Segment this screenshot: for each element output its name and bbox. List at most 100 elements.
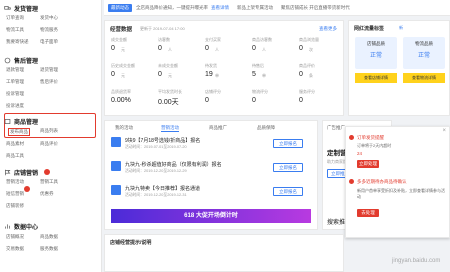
sidebar-item[interactable]: 投诉进度 (6, 103, 24, 109)
sidebar-section-title: 商品管理 (14, 120, 39, 126)
notice-title: 订单发货提醒 (357, 135, 384, 140)
metric-value: 19 (205, 71, 213, 78)
logistics-quality-box[interactable]: 物流品质 正常 (403, 37, 445, 69)
sidebar-item[interactable]: 电子面单 (40, 39, 58, 45)
sidebar-item[interactable]: 商品工具 (6, 153, 24, 159)
metric-value: 0 (205, 97, 209, 104)
ad-title: 广告推广 (327, 125, 345, 130)
register-button[interactable]: 立即报名 (273, 163, 303, 172)
metric-label: 服务评分 (299, 89, 315, 94)
shop-quality-label: 店铺品质 (367, 41, 385, 46)
sidebar-item[interactable]: 商品列表 (40, 128, 58, 134)
sidebar-item-publish[interactable]: 发布商品 (8, 128, 30, 136)
metric-label: 待售后 (252, 63, 264, 68)
sidebar-item[interactable]: 工单管理 (6, 79, 24, 85)
promo-banner[interactable]: 618 大促开场倒计时 (111, 209, 311, 223)
notice-text[interactable]: 全店商品降价通知，一键提升曝光率 (136, 5, 208, 11)
activity-card: 我的活动 营销活动 商品推广 品质保障 9块9【7月18号选钱/折商品】报名 活动… (104, 120, 318, 230)
notice-right[interactable]: 聚焦店铺成长 开启直播带货新时代 (281, 5, 350, 11)
notice-panel: × 订单发货提醒 订单将于2天内超时 24 立即处理 多多近期待办商品待确认 新… (345, 126, 450, 238)
metric-value: 0 (299, 71, 303, 78)
sidebar-item[interactable]: 我要寄快递 (6, 39, 29, 45)
sidebar-section-data[interactable]: 数据中心 (4, 222, 38, 231)
sidebar-section-title: 数据中心 (14, 225, 39, 231)
activity-title[interactable]: 九块九-秒杀超值好商品（仅限有利润）报名 (125, 161, 222, 168)
metric-label: 商品访客数 (252, 37, 272, 42)
logistics-quality-label: 物流品质 (415, 41, 433, 46)
sidebar-item[interactable]: 营销工具 (40, 179, 58, 185)
sidebar-item[interactable]: 商品数据 (40, 234, 58, 240)
sidebar-section-marketing[interactable]: 店铺营销 (4, 168, 38, 177)
sidebar-item[interactable]: 物流服务 (40, 27, 58, 33)
overview-card: 经营数据 更新于 2019-07-04 17:00 查看更多 成交金额 0 元 访客数… (104, 20, 344, 116)
sidebar-item[interactable]: 退货管理 (40, 67, 58, 73)
box-icon (4, 119, 11, 124)
metric-value: 0 (252, 97, 256, 104)
tab-my-activity[interactable]: 我的活动 (115, 125, 133, 131)
activity-title[interactable]: 九块九特卖【今日推荐】报名通道 (125, 185, 200, 192)
sidebar-section-title: 售后管理 (14, 59, 39, 65)
notice-title-2: 多多近期待办商品待确认 (357, 179, 407, 184)
shop-quality-box[interactable]: 店铺品质 正常 (355, 37, 397, 69)
metric-label: 待发货 (205, 63, 217, 68)
sidebar-item[interactable]: 店铺装修 (6, 203, 24, 209)
sidebar-item[interactable]: 投诉管理 (6, 91, 24, 97)
metric-value: 0 (158, 71, 162, 78)
register-button[interactable]: 立即报名 (273, 139, 303, 148)
metric-label: 未成交金额 (158, 63, 178, 68)
sidebar-item[interactable]: 营销活动 (6, 179, 24, 185)
sidebar-section-goods[interactable]: 商品管理 (4, 117, 38, 126)
metric-value: 0 (299, 45, 303, 52)
flag-icon (5, 169, 11, 176)
sidebar-item[interactable]: 服务数据 (40, 246, 58, 252)
tab-marketing[interactable]: 营销活动 (161, 125, 179, 132)
metric-unit: 人 (168, 47, 172, 52)
sidebar-item[interactable]: 发货中心 (40, 15, 58, 21)
sidebar-item[interactable]: 退款管理 (6, 67, 24, 73)
sidebar-section-shipping[interactable]: 发货管理 (4, 4, 38, 13)
sidebar-section-aftersale[interactable]: 售后管理 (4, 56, 38, 65)
notice-link[interactable]: 查看详情 (211, 5, 229, 11)
activity-title[interactable]: 9块9【7月18号选钱/折商品】报名 (125, 137, 200, 144)
metric-label: 物流评分 (252, 89, 268, 94)
notice-handle-button-2[interactable]: 去处理 (357, 209, 379, 217)
sidebar-item[interactable]: 优惠券 (40, 191, 54, 197)
sidebar-item[interactable]: 商品素材 (6, 141, 24, 147)
overview-title: 经营数据 (110, 27, 133, 33)
tab-quality[interactable]: 品质保障 (257, 125, 275, 131)
metric-label: 店铺评分 (205, 89, 221, 94)
metric-label: 支付买家 (205, 37, 221, 42)
logistics-detail-button[interactable]: 查看物流详情 (403, 73, 445, 83)
metric-value: 0.00天 (158, 99, 179, 106)
sidebar-item[interactable]: 短信营销 (6, 191, 24, 197)
metric-label: 历史成交金额 (111, 63, 135, 68)
metric-unit: 人 (262, 47, 266, 52)
metric-value: 0 (205, 45, 209, 52)
overview-more-link[interactable]: 查看更多 (319, 26, 337, 32)
metric-label: 平均发货时长 (158, 89, 182, 94)
notice-extra[interactable]: 新品上架专属活动 (237, 5, 273, 11)
close-icon[interactable]: × (442, 128, 446, 134)
metric-unit: 单 (262, 73, 266, 78)
notice-handle-button[interactable]: 立即处理 (357, 160, 379, 168)
sidebar-item[interactable]: 订单查询 (6, 15, 24, 21)
notification-dot (44, 169, 50, 175)
sidebar-item[interactable]: 店铺概况 (6, 234, 24, 240)
sidebar-item[interactable]: 交易数据 (6, 246, 24, 252)
shop-detail-button[interactable]: 查看店铺详情 (355, 73, 397, 83)
notice-text-2: 新用户首单享受折扣及补贴，立即查看详情参与活动 (357, 188, 445, 199)
sidebar: 发货管理 订单查询 发货中心 物流工具 物流服务 我要寄快递 电子面单 售后管理… (0, 0, 102, 272)
tab-promotion[interactable]: 商品推广 (209, 125, 227, 131)
alert-icon (349, 135, 354, 140)
activity-icon (111, 161, 121, 171)
watermark: jingyan.baidu.com (392, 258, 441, 264)
metric-value: 0 (111, 45, 115, 52)
sidebar-item[interactable]: 物流工具 (6, 27, 24, 33)
metric-value: 0 (299, 97, 303, 104)
sidebar-item[interactable]: 售后评价 (40, 79, 58, 85)
register-button[interactable]: 立即报名 (273, 187, 303, 196)
metric-value: 0.00% (111, 97, 131, 104)
overview-time: 更新于 2019-07-04 17:00 (140, 26, 185, 31)
activity-icon (111, 185, 121, 195)
sidebar-item[interactable]: 商品评价 (40, 141, 58, 147)
